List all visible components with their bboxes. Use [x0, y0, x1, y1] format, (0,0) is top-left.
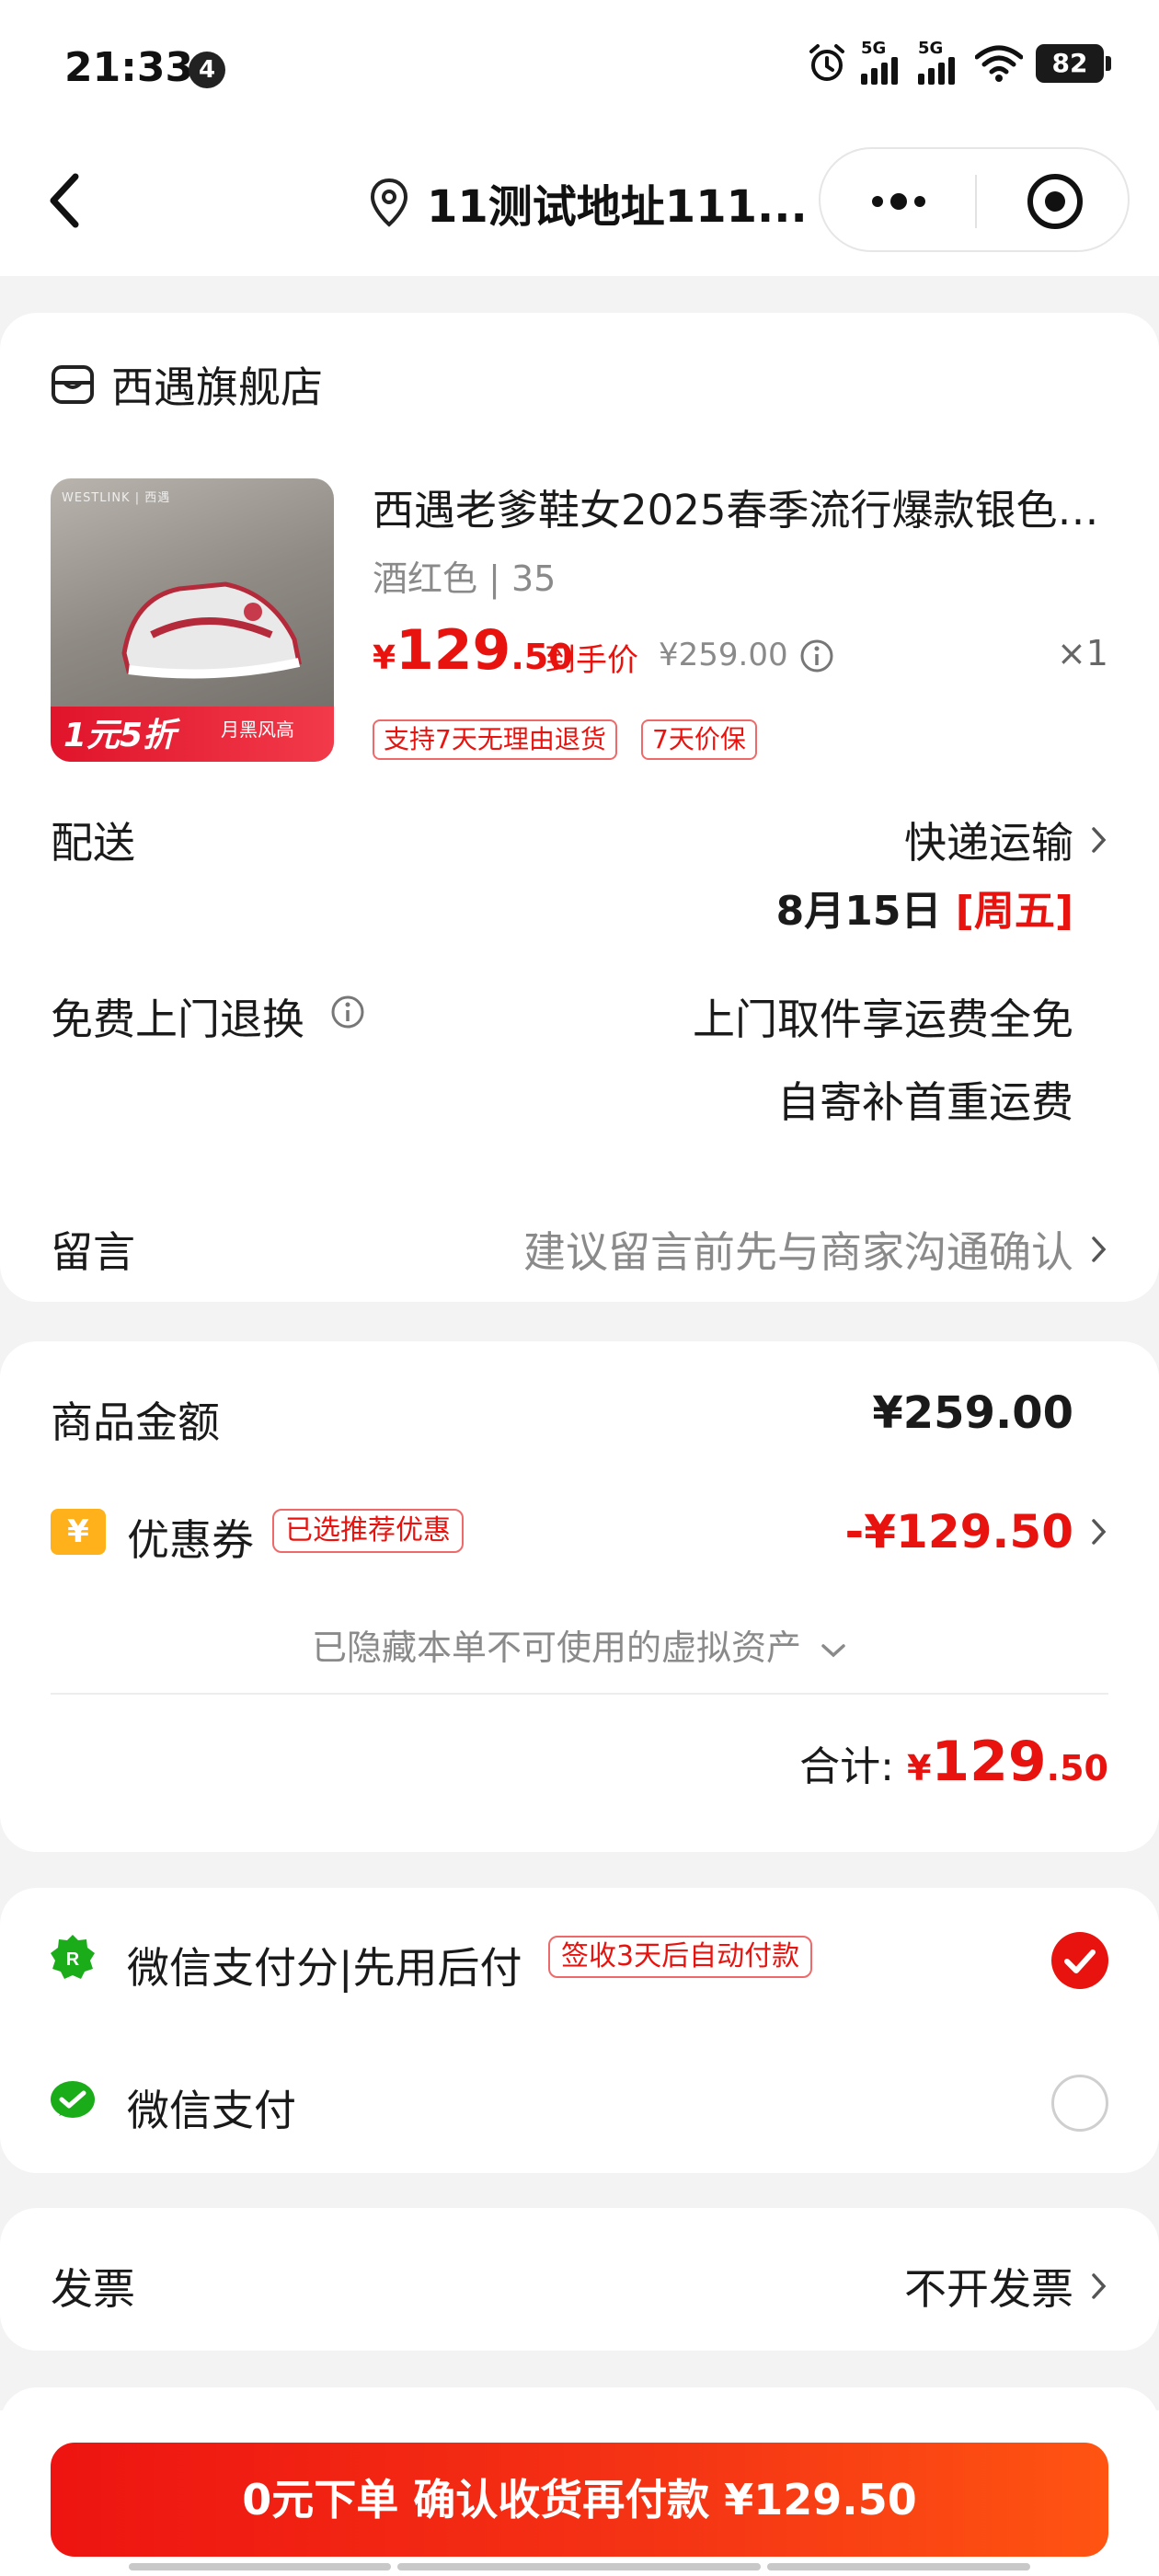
chevron-left-icon: [50, 173, 79, 228]
signal-icon: 5G: [861, 39, 905, 85]
status-bar: 21:33 4 5G 5G 82: [0, 0, 1159, 138]
image-brand-watermark: WESTLINK | 西遇: [62, 491, 171, 505]
product-title[interactable]: 西遇老爹鞋女2025春季流行爆款银色运动鞋: [373, 477, 1108, 536]
message-placeholder: 建议留言前先与商家沟通确认: [523, 1227, 1073, 1277]
status-time: 21:33: [64, 44, 194, 91]
capsule-divider: [975, 175, 977, 228]
chevron-right-icon: [1092, 2273, 1107, 2299]
home-indicator: [397, 2563, 761, 2570]
delivery-weekday: [周五]: [955, 888, 1073, 935]
payscore-radio[interactable]: [1051, 1932, 1108, 1989]
notification-badge: 4: [189, 52, 225, 88]
wechat-payscore-icon: R: [51, 1935, 95, 1979]
mini-program-capsule: [819, 147, 1130, 252]
message-label: 留言: [51, 1227, 135, 1277]
location-pin-icon: [370, 178, 408, 227]
message-input[interactable]: 建议留言前先与商家沟通确认: [523, 1219, 1108, 1280]
price-protect-tag: 7天价保: [641, 719, 757, 760]
order-total: 合计: ¥ 129 .50: [799, 1730, 1108, 1794]
chevron-right-icon: [1092, 827, 1107, 853]
address-text: 11测试地址111...: [427, 181, 808, 233]
delivery-method-text: 快递运输: [904, 818, 1073, 868]
return-info-icon[interactable]: [329, 994, 366, 1030]
wechat-pay-radio[interactable]: [1051, 2075, 1108, 2132]
delivery-method[interactable]: 快递运输: [904, 810, 1108, 870]
wifi-icon: [975, 45, 1023, 82]
payscore-tag: 签收3天后自动付款: [548, 1936, 813, 1978]
return-policy-tag: 支持7天无理由退货: [373, 719, 617, 760]
free-return-line1: 上门取件享运费全免: [693, 995, 1073, 1044]
back-button[interactable]: [37, 164, 92, 237]
sneaker-illustration: [121, 581, 302, 679]
wechat-pay-icon: [51, 2081, 95, 2118]
goods-amount-value: ¥259.00: [872, 1387, 1073, 1439]
chevron-right-icon: [1092, 1236, 1107, 1262]
invoice-label: 发票: [51, 2264, 135, 2314]
final-price-label: 到手价: [545, 642, 638, 679]
total-label: 合计:: [799, 1743, 894, 1790]
goods-amount-label: 商品金额: [51, 1397, 220, 1447]
signal-icon: 5G: [918, 39, 962, 85]
wechat-pay-label: 微信支付: [127, 2086, 296, 2135]
delivery-date: 8月15日 [周五]: [776, 878, 1073, 937]
order-card: [0, 313, 1159, 1302]
alarm-icon: [809, 44, 844, 81]
payscore-label: 微信支付分|先用后付: [127, 1943, 522, 1993]
svg-text:R: R: [66, 1949, 80, 1970]
shop-name: 西遇旗舰店: [111, 362, 323, 412]
product-spec: 酒红色 | 35: [373, 558, 557, 599]
image-promo-subtext: 月黑风高: [221, 719, 294, 741]
home-indicator: [129, 2563, 391, 2570]
product-image[interactable]: WESTLINK | 西遇 1元5折 月黑风高: [51, 478, 334, 762]
image-promo-text: 1元5折: [63, 717, 177, 754]
hidden-assets-toggle[interactable]: 已隐藏本单不可使用的虚拟资产: [0, 1619, 1159, 1670]
coupon-selected-tag: 已选推荐优惠: [272, 1509, 464, 1553]
coupon-label: 优惠券: [127, 1515, 254, 1565]
hidden-assets-text: 已隐藏本单不可使用的虚拟资产: [311, 1627, 801, 1668]
chevron-down-icon: [821, 1644, 845, 1658]
invoice-value: 不开发票: [904, 2264, 1073, 2314]
product-price: ¥ 129 .50: [373, 618, 573, 683]
price-info-icon[interactable]: [798, 638, 835, 674]
coupon-icon: ¥: [51, 1509, 106, 1555]
free-return-line2: 自寄补首重运费: [777, 1077, 1073, 1127]
home-indicator: [767, 2563, 1030, 2570]
invoice-selector[interactable]: 不开发票: [904, 2256, 1108, 2317]
payment-option-wechat[interactable]: 微信支付: [0, 2042, 1159, 2162]
delivery-date-text: 8月15日: [775, 888, 942, 935]
chevron-right-icon: [1092, 1519, 1107, 1545]
original-price: ¥259.00: [659, 637, 788, 673]
shop-header[interactable]: 西遇旗舰店: [51, 354, 323, 415]
check-icon: [1064, 1949, 1096, 1973]
divider: [51, 1693, 1108, 1695]
coupon-value: -¥129.50: [844, 1505, 1074, 1558]
store-icon: [52, 365, 94, 404]
status-icons: 5G 5G 82: [806, 39, 1111, 85]
quantity: ×1: [1056, 633, 1108, 673]
free-return-label: 免费上门退换: [51, 995, 304, 1044]
delivery-label: 配送: [51, 818, 135, 868]
address-selector[interactable]: 11测试地址111...: [368, 170, 808, 235]
close-mini-program-icon[interactable]: [1025, 171, 1085, 232]
more-icon[interactable]: [857, 177, 940, 226]
submit-order-button[interactable]: 0元下单 确认收货再付款 ¥129.50: [51, 2443, 1108, 2557]
battery-icon: 82: [1036, 44, 1111, 83]
coupon-selector[interactable]: -¥129.50: [845, 1505, 1109, 1558]
